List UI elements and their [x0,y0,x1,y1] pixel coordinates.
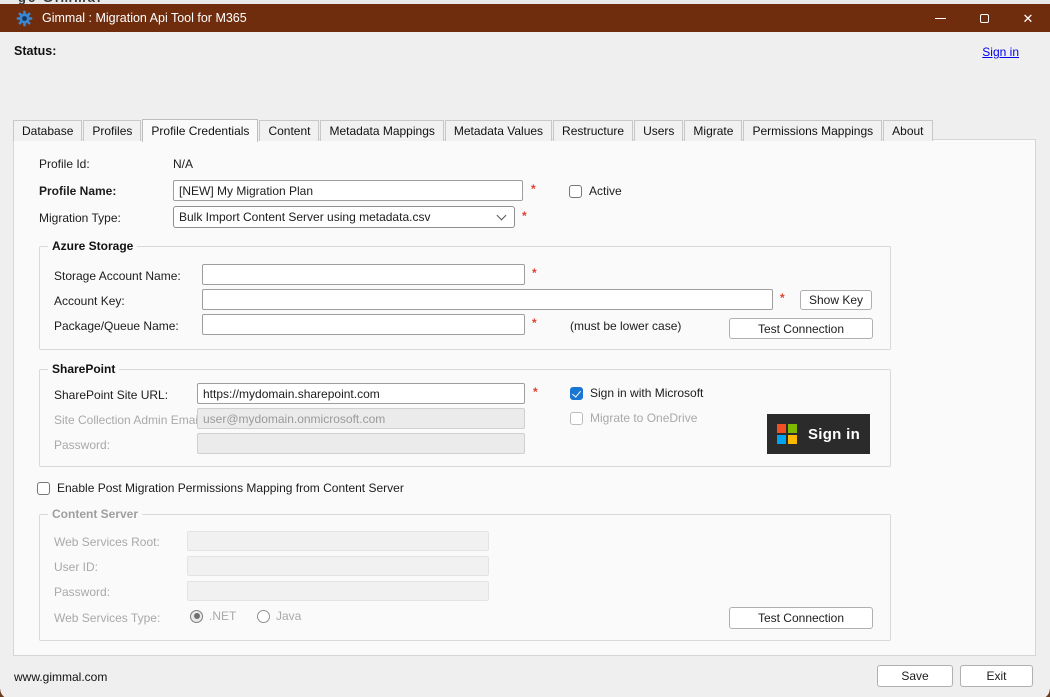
admin-email-input [197,408,525,429]
sign-in-with-microsoft-label: Sign in with Microsoft [590,386,703,400]
maximize-button[interactable] [962,4,1006,32]
tab-database[interactable]: Database [13,120,82,141]
migrate-to-onedrive-label: Migrate to OneDrive [590,411,697,425]
web-services-type-label: Web Services Type: [54,611,160,625]
storage-account-name-required-marker: * [532,266,537,280]
active-checkbox-label: Active [589,184,622,198]
account-key-input[interactable] [202,289,773,310]
tab-content[interactable]: Content [259,120,319,141]
radio-java: Java [257,609,301,623]
window-controls: ✕ [918,4,1050,32]
storage-account-name-label: Storage Account Name: [54,269,181,283]
tab-profile-credentials[interactable]: Profile Credentials [142,119,258,142]
tab-about[interactable]: About [883,120,932,141]
user-id-label: User ID: [54,560,98,574]
tab-users[interactable]: Users [634,120,683,141]
content-server-group: Content Server Web Services Root: User I… [39,514,891,641]
close-icon: ✕ [1023,12,1034,25]
profile-credentials-panel: Profile Id: N/A Profile Name: * Active M… [13,139,1036,656]
profile-name-label: Profile Name: [39,184,116,198]
active-checkbox-box[interactable] [569,185,582,198]
content-server-password-input [187,581,489,601]
gear-app-icon [16,10,33,27]
save-button[interactable]: Save [877,665,953,687]
enable-post-migration-label: Enable Post Migration Permissions Mappin… [57,481,404,495]
radio-dotnet: .NET [190,609,236,623]
status-label: Status: [14,44,56,58]
web-services-root-input [187,531,489,551]
tab-permissions-mappings[interactable]: Permissions Mappings [743,120,882,141]
migrate-to-onedrive-checkbox: Migrate to OneDrive [570,411,697,425]
radio-java-circle [257,610,270,623]
migration-type-required-marker: * [522,209,527,223]
tab-restructure[interactable]: Restructure [553,120,633,141]
migrate-to-onedrive-checkbox-box [570,412,583,425]
enable-post-migration-checkbox[interactable]: Enable Post Migration Permissions Mappin… [37,481,404,495]
maximize-icon [980,14,989,23]
microsoft-logo-icon [777,424,797,444]
radio-dotnet-label: .NET [209,609,236,623]
enable-post-migration-checkbox-box[interactable] [37,482,50,495]
profile-id-label: Profile Id: [39,157,90,171]
tab-metadata-values[interactable]: Metadata Values [445,120,552,141]
user-id-input [187,556,489,576]
chevron-down-icon [497,211,507,221]
window-title: Gimmal : Migration Api Tool for M365 [42,11,918,25]
window-corner-bottom-left [0,689,10,697]
window-corner-bottom-right [1040,689,1050,697]
sharepoint-group: SharePoint SharePoint Site URL: * Sign i… [39,369,891,467]
tab-metadata-mappings[interactable]: Metadata Mappings [320,120,443,141]
account-key-label: Account Key: [54,294,125,308]
profile-id-value: N/A [173,157,193,171]
content-server-test-connection-button[interactable]: Test Connection [729,607,873,629]
microsoft-sign-in-button[interactable]: Sign in [767,414,870,454]
profile-name-required-marker: * [531,182,536,196]
migration-type-value: Bulk Import Content Server using metadat… [179,210,494,224]
package-queue-name-input[interactable] [202,314,525,335]
package-queue-name-label: Package/Queue Name: [54,319,179,333]
azure-test-connection-button[interactable]: Test Connection [729,318,873,339]
minimize-button[interactable] [918,4,962,32]
content-server-password-label: Password: [54,585,110,599]
tab-strip: Database Profiles Profile Credentials Co… [13,118,934,141]
tab-profiles[interactable]: Profiles [83,120,141,141]
lower-case-note: (must be lower case) [570,319,681,333]
radio-java-label: Java [276,609,301,623]
tab-migrate[interactable]: Migrate [684,120,742,141]
sharepoint-site-url-label: SharePoint Site URL: [54,388,168,402]
sharepoint-site-url-input[interactable] [197,383,525,404]
show-key-button[interactable]: Show Key [800,290,872,310]
account-key-required-marker: * [780,291,785,305]
sign-in-with-microsoft-checkbox-box[interactable] [570,387,583,400]
exit-button[interactable]: Exit [960,665,1033,687]
sharepoint-group-title: SharePoint [48,362,119,376]
sharepoint-site-url-required-marker: * [533,385,538,399]
storage-account-name-input[interactable] [202,264,525,285]
sharepoint-password-label: Password: [54,438,110,452]
web-services-root-label: Web Services Root: [54,535,160,549]
sign-in-with-microsoft-checkbox[interactable]: Sign in with Microsoft [570,386,703,400]
active-checkbox[interactable]: Active [569,184,622,198]
profile-name-input[interactable] [173,180,523,201]
azure-storage-group: Azure Storage Storage Account Name: * Ac… [39,246,891,350]
azure-storage-group-title: Azure Storage [48,239,137,253]
sign-in-link[interactable]: Sign in [982,45,1019,59]
minimize-icon [935,18,946,19]
website-text: www.gimmal.com [14,670,107,684]
migration-type-label: Migration Type: [39,211,121,225]
app-window: ge Gimmal Gimmal : Migration Api Tool fo… [0,0,1050,697]
microsoft-sign-in-label: Sign in [808,426,860,443]
admin-email-label: Site Collection Admin Email: [54,413,204,427]
content-server-group-title: Content Server [48,507,142,521]
migration-type-dropdown[interactable]: Bulk Import Content Server using metadat… [173,206,515,228]
package-queue-name-required-marker: * [532,316,537,330]
titlebar[interactable]: Gimmal : Migration Api Tool for M365 ✕ [0,4,1050,32]
radio-dotnet-circle [190,610,203,623]
close-button[interactable]: ✕ [1006,4,1050,32]
sharepoint-password-input [197,433,525,454]
